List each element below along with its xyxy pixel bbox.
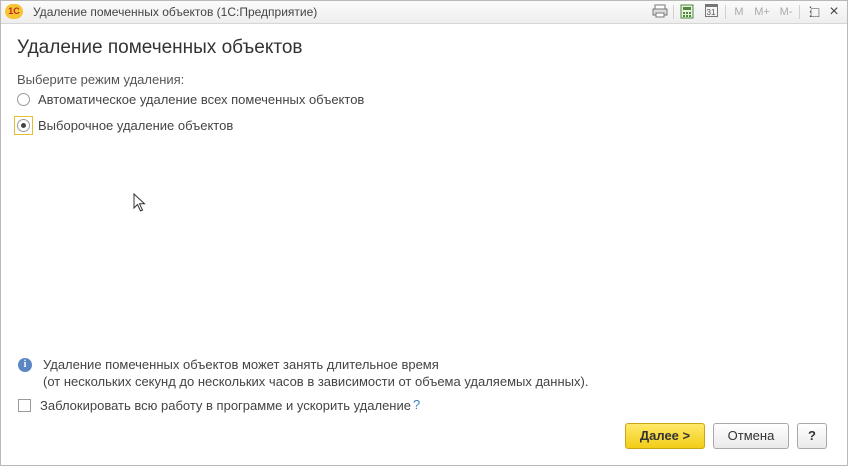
- printer-icon[interactable]: [651, 4, 669, 20]
- radio-selective-delete-label: Выборочное удаление объектов: [38, 118, 234, 133]
- radio-selective-delete[interactable]: Выборочное удаление объектов: [14, 116, 257, 136]
- info-text-line1: Удаление помеченных объектов может занят…: [43, 357, 439, 372]
- maximize-icon[interactable]: □: [808, 4, 822, 20]
- close-icon[interactable]: ×: [827, 4, 841, 20]
- calendar-day: 31: [704, 4, 718, 17]
- title-bar: 1С Удаление помеченных объектов (1С:Пред…: [1, 1, 847, 24]
- help-button[interactable]: ?: [797, 423, 827, 449]
- mouse-cursor-icon: [133, 193, 146, 212]
- dialog-window: 1С Удаление помеченных объектов (1С:Пред…: [0, 0, 848, 466]
- info-icon: i: [18, 358, 32, 372]
- radio-auto-delete[interactable]: Автоматическое удаление всех помеченных …: [17, 92, 377, 110]
- lock-work-checkbox-label[interactable]: Заблокировать всю работу в программе и у…: [40, 398, 411, 413]
- toolbar-separator: [673, 5, 674, 19]
- radio-button[interactable]: [17, 93, 30, 106]
- mode-label: Выберите режим удаления:: [17, 72, 185, 87]
- help-question-icon[interactable]: ?: [413, 397, 420, 412]
- toolbar-separator: [799, 5, 800, 19]
- radio-auto-delete-label: Автоматическое удаление всех помеченных …: [38, 92, 365, 107]
- cancel-button[interactable]: Отмена: [713, 423, 789, 449]
- info-text-line2: (от нескольких секунд до нескольких часо…: [43, 374, 589, 389]
- memory-m-icon[interactable]: M: [732, 4, 746, 20]
- radio-button-selected[interactable]: [17, 119, 30, 132]
- app-logo-icon: 1С: [5, 4, 23, 19]
- calendar-icon[interactable]: 31: [703, 4, 719, 20]
- window-title: Удаление помеченных объектов (1С:Предпри…: [33, 5, 318, 19]
- calculator-icon[interactable]: [679, 4, 695, 20]
- page-title: Удаление помеченных объектов: [17, 37, 303, 58]
- memory-mminus-icon[interactable]: M-: [777, 4, 795, 20]
- memory-mplus-icon[interactable]: M+: [752, 4, 772, 20]
- lock-work-checkbox[interactable]: [18, 399, 31, 412]
- next-button[interactable]: Далее >: [625, 423, 705, 449]
- toolbar-separator: [725, 5, 726, 19]
